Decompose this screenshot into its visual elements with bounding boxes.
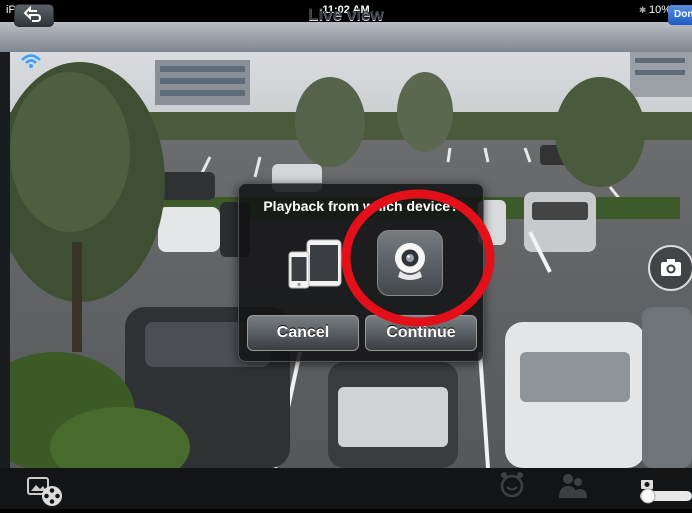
page-title: Live view [308,5,384,24]
camera-icon [661,259,681,276]
gallery-button[interactable] [26,474,72,508]
person-icon [559,474,587,498]
snapshot-button[interactable] [648,245,692,291]
person-detect-button[interactable] [556,472,590,500]
done-button[interactable]: Done [668,5,692,25]
mini-camera-icon [640,476,654,489]
phone-tablet-icon [288,239,342,289]
local-device-option[interactable] [285,238,345,290]
alarm-clock-icon [500,472,524,498]
navigation-bar [0,22,692,53]
gallery-film-icon [27,477,62,506]
toggle-switch-icon [640,488,692,504]
highlight-circle-annotation [340,188,496,328]
left-edge-strip [0,52,10,468]
record-toggle[interactable] [640,488,692,504]
wifi-icon [20,53,42,74]
motion-timer-button[interactable] [498,470,526,500]
